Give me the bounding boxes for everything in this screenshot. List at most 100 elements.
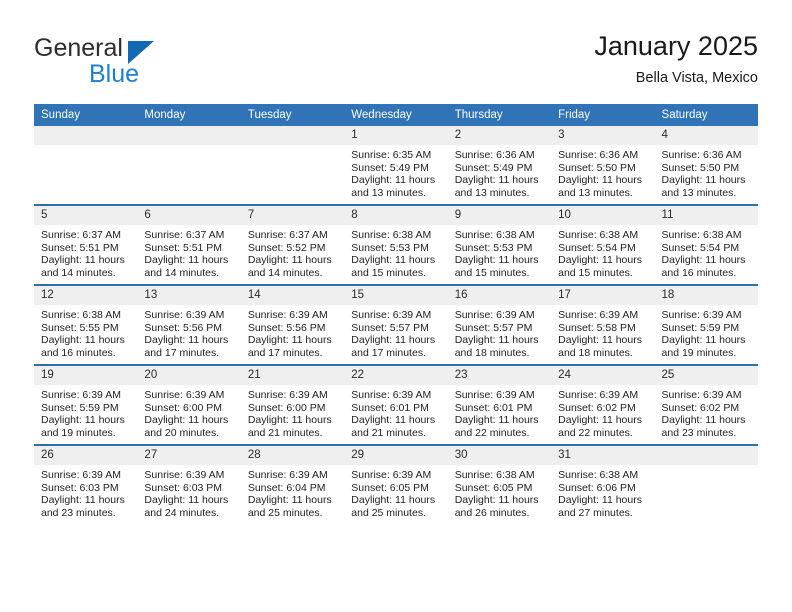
daylight-text-line2: and 17 minutes. bbox=[351, 346, 426, 359]
sunset-text: Sunset: 6:06 PM bbox=[558, 481, 636, 494]
calendar-day-cell[interactable]: 15 Sunrise: 6:39 AM Sunset: 5:57 PM Dayligh… bbox=[344, 284, 448, 365]
calendar-day-cell[interactable]: 12 Sunrise: 6:38 AM Sunset: 5:55 PM Dayligh… bbox=[34, 284, 138, 365]
calendar-day-cell[interactable]: 27 Sunrise: 6:39 AM Sunset: 6:03 PM Dayligh… bbox=[137, 444, 241, 524]
sunrise-text: Sunrise: 6:38 AM bbox=[661, 229, 742, 241]
daylight-text-line2: and 19 minutes. bbox=[661, 346, 737, 359]
calendar-day-cell[interactable]: 11 Sunrise: 6:38 AM Sunset: 5:54 PM Dayligh… bbox=[654, 204, 758, 285]
daylight-text-line2: and 22 minutes. bbox=[454, 426, 530, 439]
calendar-day-cell[interactable]: 29 Sunrise: 6:39 AM Sunset: 6:05 PM Dayligh… bbox=[344, 444, 448, 524]
sunrise-text: Sunrise: 6:36 AM bbox=[661, 149, 742, 161]
calendar-day-cell[interactable]: 6 Sunrise: 6:37 AM Sunset: 5:51 PM Daylight… bbox=[137, 204, 241, 285]
daylight-text-line2: and 15 minutes. bbox=[558, 266, 633, 279]
daylight-text-line2: and 19 minutes. bbox=[41, 426, 116, 439]
calendar-day-cell[interactable]: 13 Sunrise: 6:39 AM Sunset: 5:56 PM Dayligh… bbox=[137, 284, 241, 365]
daylight-text-line2: and 15 minutes. bbox=[351, 266, 426, 279]
calendar-day-cell[interactable]: 16 Sunrise: 6:39 AM Sunset: 5:57 PM Dayligh… bbox=[447, 284, 552, 365]
day-cell-inner: 17 Sunrise: 6:39 AM Sunset: 5:58 PM Dayligh… bbox=[551, 286, 655, 364]
calendar-day-cell[interactable]: 20 Sunrise: 6:39 AM Sunset: 6:00 PM Dayligh… bbox=[137, 364, 241, 445]
day-cell-inner: 25 Sunrise: 6:39 AM Sunset: 6:02 PM Dayligh… bbox=[654, 366, 758, 444]
general-blue-logo[interactable]: General Blue bbox=[34, 34, 214, 90]
day-number: 6 bbox=[137, 206, 241, 225]
sunset-text: Sunset: 5:49 PM bbox=[351, 161, 429, 174]
day-number: 31 bbox=[551, 446, 655, 465]
calendar-day-cell[interactable]: 2 Sunrise: 6:36 AM Sunset: 5:49 PM Daylight… bbox=[447, 126, 552, 205]
day-number: 17 bbox=[551, 286, 655, 305]
day-cell-inner: 8 Sunrise: 6:38 AM Sunset: 5:53 PM Daylight… bbox=[344, 206, 448, 284]
sunset-text: Sunset: 5:54 PM bbox=[558, 241, 636, 254]
calendar-day-cell[interactable]: 21 Sunrise: 6:39 AM Sunset: 6:00 PM Dayligh… bbox=[240, 364, 345, 445]
calendar-day-cell[interactable]: 7 Sunrise: 6:37 AM Sunset: 5:52 PM Daylight… bbox=[240, 204, 345, 285]
calendar-day-cell[interactable]: 3 Sunrise: 6:36 AM Sunset: 5:50 PM Daylight… bbox=[551, 126, 655, 205]
daylight-text-line1: Daylight: 11 hours bbox=[41, 494, 125, 507]
day-number: 20 bbox=[137, 366, 241, 385]
day-cell-inner: 2 Sunrise: 6:36 AM Sunset: 5:49 PM Daylight… bbox=[447, 126, 552, 204]
sunrise-text: Sunrise: 6:37 AM bbox=[247, 229, 328, 241]
daylight-text-line1: Daylight: 11 hours bbox=[247, 494, 332, 507]
calendar-week-row: 12 Sunrise: 6:38 AM Sunset: 5:55 PM Dayligh… bbox=[34, 284, 758, 365]
daylight-text-line2: and 16 minutes. bbox=[661, 266, 737, 279]
daylight-text-line1: Daylight: 11 hours bbox=[144, 494, 229, 507]
daylight-text-line2: and 20 minutes. bbox=[144, 426, 220, 439]
calendar-day-cell[interactable]: 10 Sunrise: 6:38 AM Sunset: 5:54 PM Dayligh… bbox=[551, 204, 655, 285]
day-cell-inner: 12 Sunrise: 6:38 AM Sunset: 5:55 PM Dayligh… bbox=[34, 286, 138, 364]
day-details: Sunrise: 6:39 AM Sunset: 6:00 PM Daylight:… bbox=[137, 385, 240, 439]
sunset-text: Sunset: 5:57 PM bbox=[351, 321, 429, 334]
day-cell-inner: 5 Sunrise: 6:37 AM Sunset: 5:51 PM Daylight… bbox=[34, 206, 138, 284]
title-block: January 2025 Bella Vista, Mexico bbox=[594, 30, 758, 88]
calendar-day-cell[interactable]: 9 Sunrise: 6:38 AM Sunset: 5:53 PM Daylight… bbox=[447, 204, 552, 285]
calendar-week-row: 26 Sunrise: 6:39 AM Sunset: 6:03 PM Dayligh… bbox=[34, 444, 758, 524]
day-number bbox=[34, 126, 138, 145]
day-cell-inner: 30 Sunrise: 6:38 AM Sunset: 6:05 PM Dayligh… bbox=[447, 446, 552, 524]
sunset-text: Sunset: 5:50 PM bbox=[558, 161, 636, 174]
daylight-text-line2: and 17 minutes. bbox=[144, 346, 220, 359]
day-number: 3 bbox=[551, 126, 655, 145]
calendar-day-cell[interactable]: 26 Sunrise: 6:39 AM Sunset: 6:03 PM Dayligh… bbox=[34, 444, 138, 524]
day-details: Sunrise: 6:38 AM Sunset: 5:53 PM Daylight:… bbox=[448, 225, 551, 279]
day-cell-inner bbox=[240, 126, 345, 204]
calendar-week-row: 19 Sunrise: 6:39 AM Sunset: 5:59 PM Dayligh… bbox=[34, 364, 758, 445]
sunrise-text: Sunrise: 6:38 AM bbox=[454, 229, 535, 241]
day-details: Sunrise: 6:35 AM Sunset: 5:49 PM Daylight:… bbox=[344, 145, 447, 199]
calendar-day-cell[interactable]: 19 Sunrise: 6:39 AM Sunset: 5:59 PM Dayligh… bbox=[34, 364, 138, 445]
sunrise-text: Sunrise: 6:38 AM bbox=[558, 469, 639, 481]
calendar-day-cell[interactable]: 24 Sunrise: 6:39 AM Sunset: 6:02 PM Dayligh… bbox=[551, 364, 655, 445]
sunrise-text: Sunrise: 6:37 AM bbox=[41, 229, 121, 241]
daylight-text-line1: Daylight: 11 hours bbox=[558, 254, 642, 267]
calendar-day-cell[interactable]: 1 Sunrise: 6:35 AM Sunset: 5:49 PM Daylight… bbox=[344, 126, 448, 205]
day-details: Sunrise: 6:37 AM Sunset: 5:52 PM Daylight:… bbox=[241, 225, 344, 279]
daylight-text-line1: Daylight: 11 hours bbox=[351, 174, 436, 187]
sunset-text: Sunset: 5:49 PM bbox=[454, 161, 533, 174]
calendar-week-row: 1 Sunrise: 6:35 AM Sunset: 5:49 PM Daylight… bbox=[34, 126, 758, 205]
calendar-day-cell[interactable]: 8 Sunrise: 6:38 AM Sunset: 5:53 PM Daylight… bbox=[344, 204, 448, 285]
sunset-text: Sunset: 5:51 PM bbox=[144, 241, 223, 254]
daylight-text-line2: and 13 minutes. bbox=[558, 186, 633, 199]
calendar-day-cell[interactable]: 18 Sunrise: 6:39 AM Sunset: 5:59 PM Dayligh… bbox=[654, 284, 758, 365]
weekday-header-thursday: Thursday bbox=[447, 104, 552, 126]
sunset-text: Sunset: 5:56 PM bbox=[144, 321, 223, 334]
sunset-text: Sunset: 5:50 PM bbox=[661, 161, 740, 174]
day-number: 28 bbox=[240, 446, 345, 465]
daylight-text-line2: and 13 minutes. bbox=[454, 186, 530, 199]
calendar-day-cell[interactable]: 31 Sunrise: 6:38 AM Sunset: 6:06 PM Dayligh… bbox=[551, 444, 655, 524]
calendar-day-cell[interactable]: 17 Sunrise: 6:39 AM Sunset: 5:58 PM Dayligh… bbox=[551, 284, 655, 365]
calendar-day-cell[interactable]: 28 Sunrise: 6:39 AM Sunset: 6:04 PM Dayligh… bbox=[240, 444, 345, 524]
calendar-day-cell[interactable]: 14 Sunrise: 6:39 AM Sunset: 5:56 PM Dayligh… bbox=[240, 284, 345, 365]
calendar-day-cell[interactable]: 30 Sunrise: 6:38 AM Sunset: 6:05 PM Dayligh… bbox=[447, 444, 552, 524]
day-details: Sunrise: 6:39 AM Sunset: 6:04 PM Daylight:… bbox=[241, 465, 344, 519]
daylight-text-line1: Daylight: 11 hours bbox=[247, 334, 332, 347]
daylight-text-line1: Daylight: 11 hours bbox=[41, 334, 125, 347]
calendar-day-cell[interactable]: 5 Sunrise: 6:37 AM Sunset: 5:51 PM Daylight… bbox=[34, 204, 138, 285]
daylight-text-line1: Daylight: 11 hours bbox=[558, 494, 642, 507]
sunset-text: Sunset: 6:05 PM bbox=[454, 481, 533, 494]
calendar-day-cell[interactable]: 23 Sunrise: 6:39 AM Sunset: 6:01 PM Dayligh… bbox=[447, 364, 552, 445]
sunset-text: Sunset: 5:56 PM bbox=[247, 321, 326, 334]
day-cell-inner bbox=[654, 446, 758, 524]
sunset-text: Sunset: 6:04 PM bbox=[247, 481, 326, 494]
calendar-page: General Blue January 2025 Bella Vista, M… bbox=[0, 0, 792, 612]
calendar-day-cell[interactable]: 25 Sunrise: 6:39 AM Sunset: 6:02 PM Dayligh… bbox=[654, 364, 758, 445]
calendar-day-cell[interactable]: 22 Sunrise: 6:39 AM Sunset: 6:01 PM Dayligh… bbox=[344, 364, 448, 445]
calendar-day-cell[interactable]: 4 Sunrise: 6:36 AM Sunset: 5:50 PM Daylight… bbox=[654, 126, 758, 205]
day-cell-inner: 26 Sunrise: 6:39 AM Sunset: 6:03 PM Dayligh… bbox=[34, 446, 138, 524]
sunrise-text: Sunrise: 6:39 AM bbox=[351, 309, 432, 321]
day-number: 10 bbox=[551, 206, 655, 225]
